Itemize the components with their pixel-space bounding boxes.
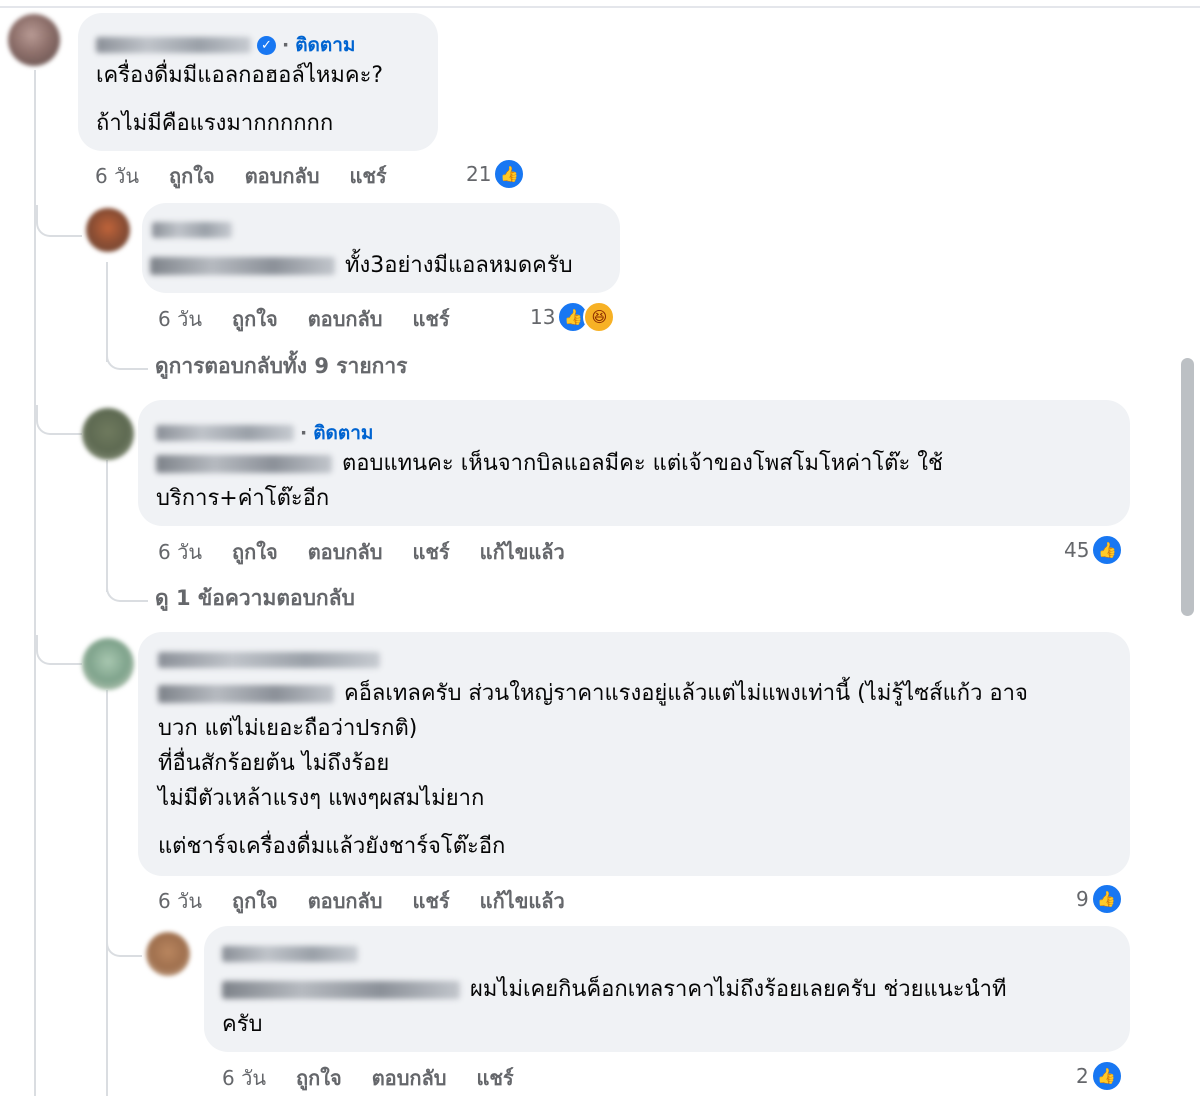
thread-connector [106, 346, 148, 370]
reply-button[interactable]: ตอบกลับ [308, 536, 383, 568]
comment-actions: 6 วัน ถูกใจ ตอบกลับ แชร์ [222, 1062, 544, 1094]
avatar[interactable] [86, 208, 130, 252]
like-button[interactable]: ถูกใจ [169, 160, 215, 192]
thread-line-reply [106, 690, 108, 1096]
blurred-name [156, 425, 294, 441]
blurred-name [222, 946, 358, 962]
edited-label: แก้ไขแล้ว [479, 889, 565, 913]
thread-connector [36, 635, 82, 665]
comment-author[interactable] [158, 652, 380, 668]
thread-line-reply [106, 460, 108, 592]
reaction-count: 2 [1076, 1064, 1089, 1088]
comment-text: ตอบแทนคะ เห็นจากบิลแอลมีคะ แต่เจ้าของโพส… [156, 446, 943, 481]
reaction-summary[interactable]: 9 👍 [1076, 883, 1123, 915]
haha-icon: 😆 [583, 301, 616, 333]
reply-button[interactable]: ตอบกลับ [308, 303, 383, 335]
scrollbar-thumb[interactable] [1181, 358, 1194, 616]
avatar[interactable] [146, 932, 190, 976]
reaction-count: 13 [530, 305, 556, 329]
reaction-count: 21 [466, 162, 492, 186]
share-button[interactable]: แชร์ [412, 303, 449, 335]
blurred-name [96, 37, 251, 53]
reply-button[interactable]: ตอบกลับ [245, 160, 320, 192]
comment-author[interactable]: ✓ · ติดตาม [96, 30, 355, 60]
comment-text: แต่ชาร์จเครื่องดื่มแล้วยังชาร์จโต๊ะอีก [158, 834, 506, 859]
reaction-count: 45 [1064, 538, 1090, 562]
reply-button[interactable]: ตอบกลับ [308, 885, 383, 917]
timestamp[interactable]: 6 วัน [158, 536, 202, 568]
view-replies-link[interactable]: ดู 1 ข้อความตอบกลับ [155, 582, 355, 615]
blurred-name [152, 222, 232, 238]
comment-actions: 6 วัน ถูกใจ ตอบกลับ แชร์ แก้ไขแล้ว [158, 885, 595, 917]
view-replies-link[interactable]: ดูการตอบกลับทั้ง 9 รายการ [155, 350, 407, 383]
like-icon: 👍 [493, 158, 526, 190]
reply-button[interactable]: ตอบกลับ [372, 1062, 447, 1094]
separator-dot: · [300, 422, 308, 444]
comment-text-content: ผมไม่เคยกินค็อกเทลราคาไม่ถึงร้อยเลยครับ … [470, 977, 1007, 1002]
comment-text: ถ้าไม่มีคือแรงมากกกกกก [96, 111, 334, 136]
verified-badge-icon: ✓ [257, 35, 276, 55]
comment-text-content: ทั้ง3อย่างมีแอลหมดครับ [345, 253, 573, 278]
comment-text: ไม่มีตัวเหล้าแรงๆ แพงๆผสมไม่ยาก [158, 786, 485, 811]
comment-actions: 6 วัน ถูกใจ ตอบกลับ แชร์ แก้ไขแล้ว [158, 536, 595, 568]
reaction-summary[interactable]: 13 👍 😆 [530, 301, 616, 333]
blurred-mention[interactable] [156, 455, 332, 473]
thread-connector [106, 925, 142, 957]
blurred-mention[interactable] [158, 685, 334, 703]
follow-button[interactable]: ติดตาม [313, 418, 373, 448]
comment-text: บวก แต่ไม่เยอะถือว่าปรกติ) [158, 716, 418, 741]
timestamp[interactable]: 6 วัน [158, 303, 202, 335]
timestamp[interactable]: 6 วัน [95, 160, 139, 192]
top-divider [0, 6, 1200, 8]
reaction-summary[interactable]: 21 👍 [466, 158, 526, 190]
share-button[interactable]: แชร์ [412, 885, 449, 917]
reaction-count: 9 [1076, 887, 1089, 911]
separator-dot: · [282, 34, 290, 56]
share-button[interactable]: แชร์ [349, 160, 386, 192]
comment-text-content: ตอบแทนคะ เห็นจากบิลแอลมีคะ แต่เจ้าของโพส… [342, 451, 943, 476]
thread-connector [106, 578, 148, 602]
comment-text: คอ็ลเทลครับ ส่วนใหญ่ราคาแรงอยู่แล้วแต่ไม… [158, 676, 1028, 711]
comment-text: บริการ+ค่าโต๊ะอีก [156, 486, 330, 511]
avatar[interactable] [8, 14, 60, 66]
reaction-summary[interactable]: 45 👍 [1064, 534, 1124, 566]
comment-actions: 6 วัน ถูกใจ ตอบกลับ แชร์ [95, 160, 417, 192]
avatar[interactable] [82, 408, 134, 460]
timestamp[interactable]: 6 วัน [222, 1062, 266, 1094]
comment-text: ทั้ง3อย่างมีแอลหมดครับ [150, 248, 573, 283]
like-button[interactable]: ถูกใจ [232, 885, 278, 917]
like-icon: 👍 [1090, 883, 1123, 915]
comment-actions: 6 วัน ถูกใจ ตอบกลับ แชร์ [158, 303, 480, 335]
comment-author[interactable]: · ติดตาม [156, 418, 373, 448]
like-icon: 👍 [1090, 1060, 1123, 1092]
comment-author[interactable] [152, 222, 232, 238]
like-button[interactable]: ถูกใจ [232, 303, 278, 335]
like-button[interactable]: ถูกใจ [232, 536, 278, 568]
thread-connector [36, 205, 82, 237]
reaction-summary[interactable]: 2 👍 [1076, 1060, 1123, 1092]
comment-text: ผมไม่เคยกินค็อกเทลราคาไม่ถึงร้อยเลยครับ … [222, 972, 1006, 1007]
follow-button[interactable]: ติดตาม [295, 30, 355, 60]
edited-label: แก้ไขแล้ว [479, 540, 565, 564]
avatar[interactable] [82, 638, 134, 690]
comment-text: ครับ [222, 1012, 263, 1037]
blurred-mention[interactable] [150, 257, 335, 275]
timestamp[interactable]: 6 วัน [158, 885, 202, 917]
like-icon: 👍 [1091, 534, 1124, 566]
comment-author[interactable] [222, 946, 358, 962]
thread-connector [36, 405, 82, 435]
blurred-name [158, 652, 380, 668]
share-button[interactable]: แชร์ [476, 1062, 513, 1094]
comment-text: ที่อื่นสักร้อยต้น ไม่ถึงร้อย [158, 751, 390, 776]
comment-text: เครื่องดื่มมีแอลกอฮอล์ไหมคะ? [96, 63, 384, 88]
share-button[interactable]: แชร์ [412, 536, 449, 568]
like-button[interactable]: ถูกใจ [296, 1062, 342, 1094]
blurred-mention[interactable] [222, 981, 460, 999]
comment-text-content: คอ็ลเทลครับ ส่วนใหญ่ราคาแรงอยู่แล้วแต่ไม… [344, 681, 1028, 706]
